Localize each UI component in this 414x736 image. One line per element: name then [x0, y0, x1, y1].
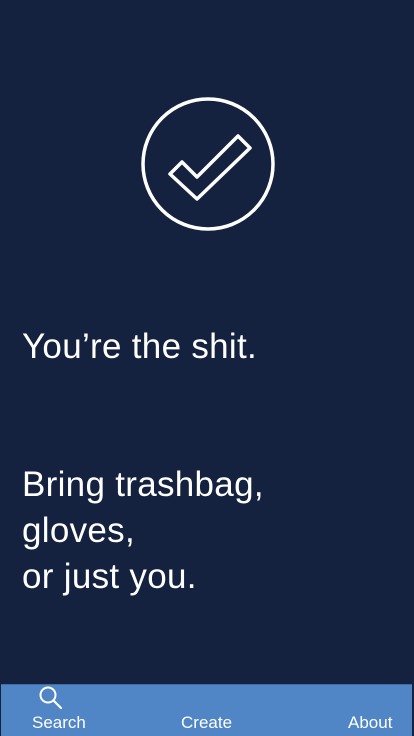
- tab-create-label: Create: [181, 713, 233, 732]
- tab-search-label: Search: [32, 713, 86, 732]
- search-icon: [38, 685, 64, 716]
- instruction-line: gloves,: [22, 511, 135, 550]
- confirmation-screen: You’re the shit. Bring trashbag, gloves,…: [0, 0, 414, 736]
- tab-search[interactable]: Search: [32, 685, 88, 733]
- instruction-line: Bring trashbag,: [22, 465, 264, 504]
- confirmation-headline: You’re the shit.: [22, 327, 258, 366]
- checkmark-circle-icon: [140, 96, 276, 232]
- tab-about[interactable]: About: [348, 713, 392, 733]
- tab-about-label: About: [348, 713, 393, 732]
- tab-create[interactable]: Create: [181, 713, 232, 733]
- instruction-text: Bring trashbag, gloves, or just you.: [22, 462, 264, 600]
- bottom-tab-bar: Search Create About: [1, 684, 412, 736]
- instruction-line: or just you.: [22, 557, 197, 596]
